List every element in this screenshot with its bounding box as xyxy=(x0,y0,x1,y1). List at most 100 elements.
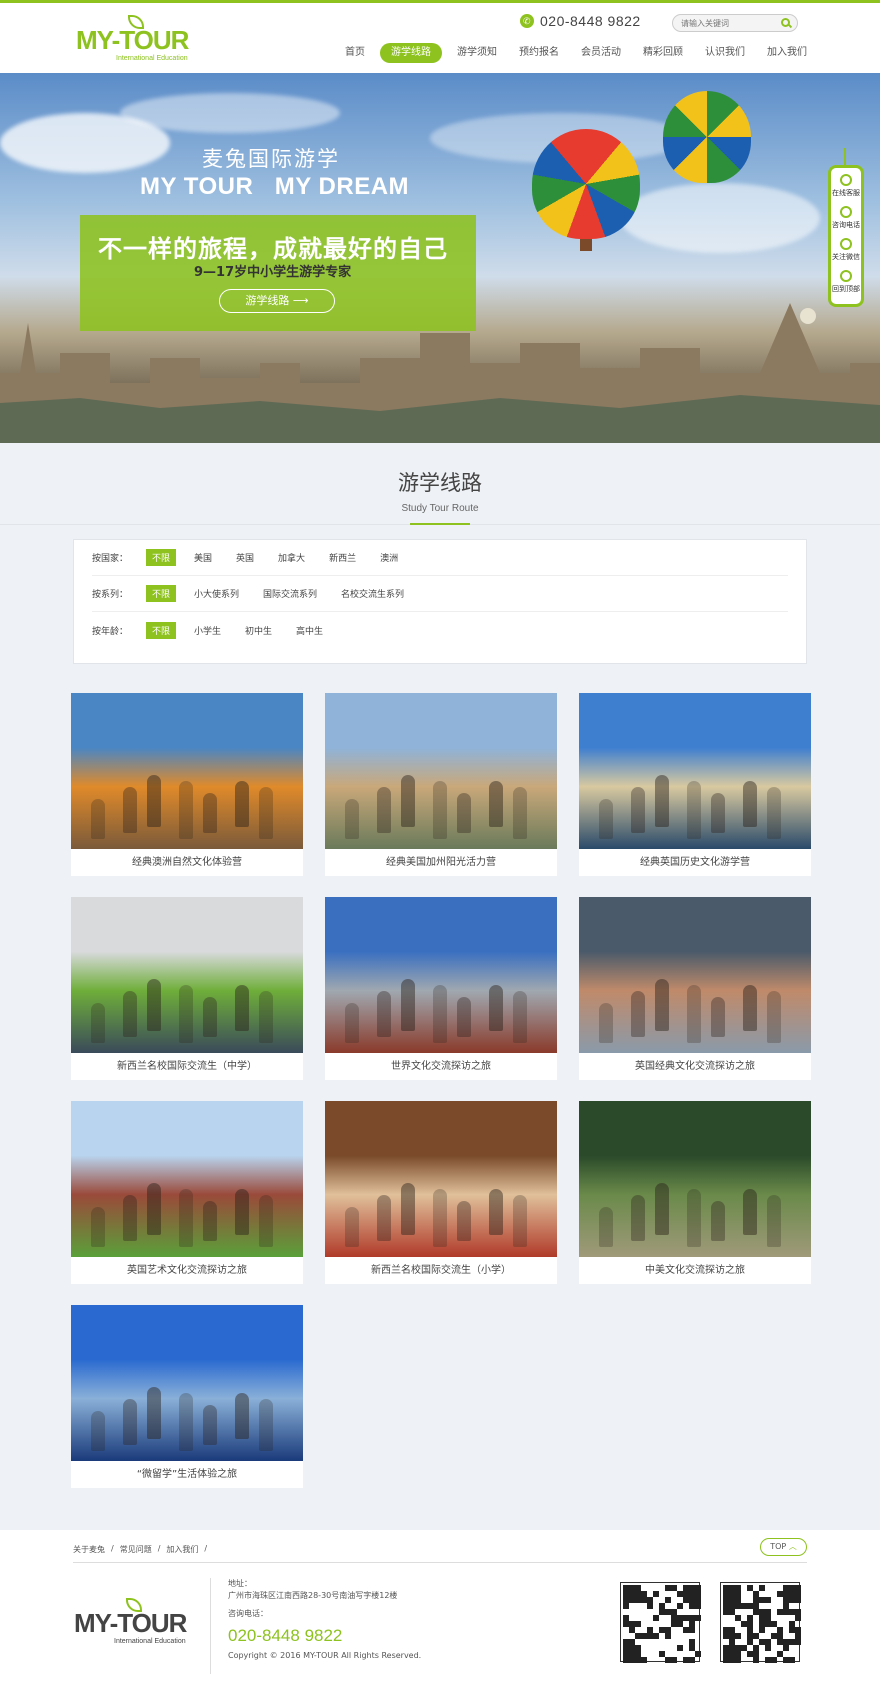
tour-card[interactable]: 英国艺术文化交流探访之旅 xyxy=(71,1101,303,1284)
qr-module xyxy=(671,1657,677,1663)
tour-title[interactable]: 经典澳洲自然文化体验营 xyxy=(71,849,303,876)
filter-option[interactable]: 加拿大 xyxy=(272,549,311,566)
tour-title[interactable]: 新西兰名校国际交流生（中学） xyxy=(71,1053,303,1080)
sidebar-item[interactable]: 在线客服 xyxy=(831,172,861,204)
photo-figure xyxy=(433,985,447,1043)
tour-title[interactable]: 经典美国加州阳光活力营 xyxy=(325,849,557,876)
tour-photo xyxy=(325,897,557,1053)
filter-option[interactable]: 国际交流系列 xyxy=(257,585,323,602)
tour-card[interactable]: 中美文化交流探访之旅 xyxy=(579,1101,811,1284)
nav-item[interactable]: 游学线路 xyxy=(380,43,442,63)
section-title: 游学线路 xyxy=(398,471,482,495)
photo-figure xyxy=(91,799,105,839)
footer-divider xyxy=(73,1562,807,1563)
filter-option[interactable]: 不限 xyxy=(146,549,177,566)
tour-title[interactable]: 中美文化交流探访之旅 xyxy=(579,1257,811,1284)
sidebar-item[interactable]: 关注微信 xyxy=(831,236,861,268)
sidebar-item[interactable]: 咨询电话 xyxy=(831,204,861,236)
nav-item[interactable]: 预约报名 xyxy=(508,43,570,63)
tour-card[interactable]: 英国经典文化交流探访之旅 xyxy=(579,897,811,1080)
photo-figure xyxy=(91,1411,105,1451)
nav-item[interactable]: 会员活动 xyxy=(570,43,632,63)
photo-figure xyxy=(599,1207,613,1247)
logo[interactable]: MY-TOUR International Education xyxy=(76,15,196,65)
footer-logo: MY-TOUR International Education xyxy=(74,1598,194,1648)
filter-option[interactable]: 名校交流生系列 xyxy=(335,585,410,602)
cloud xyxy=(120,93,340,133)
nav-item[interactable]: 首页 xyxy=(334,43,376,63)
photo-figure xyxy=(655,1183,669,1235)
nav-item[interactable]: 精彩回顾 xyxy=(632,43,694,63)
footer-phone: 020-8448 9822 xyxy=(228,1626,343,1645)
tour-card[interactable]: 新西兰名校国际交流生（中学） xyxy=(71,897,303,1080)
photo-figure xyxy=(743,985,757,1031)
filter-option[interactable]: 新西兰 xyxy=(323,549,362,566)
photo-figure xyxy=(235,1189,249,1235)
tour-title[interactable]: “微留学”生活体验之旅 xyxy=(71,1461,303,1488)
sidebar-item[interactable]: 回到顶部 xyxy=(831,268,861,300)
tour-card[interactable]: 经典英国历史文化游学营 xyxy=(579,693,811,876)
photo-figure xyxy=(687,781,701,839)
photo-figure xyxy=(123,1399,137,1445)
tour-card[interactable]: 经典澳洲自然文化体验营 xyxy=(71,693,303,876)
tour-card[interactable]: 新西兰名校国际交流生（小学） xyxy=(325,1101,557,1284)
tour-card[interactable]: 经典美国加州阳光活力营 xyxy=(325,693,557,876)
footer-link[interactable]: 加入我们 xyxy=(166,1544,198,1555)
balloon-right xyxy=(663,91,751,183)
tour-title[interactable]: 英国经典文化交流探访之旅 xyxy=(579,1053,811,1080)
footer-logo-text: MY-TOUR xyxy=(74,1608,187,1638)
cloud xyxy=(620,183,820,253)
qr-module xyxy=(753,1657,759,1663)
filter-option[interactable]: 美国 xyxy=(188,549,218,566)
filter-option[interactable]: 不限 xyxy=(146,621,177,639)
filter-option[interactable]: 小大使系列 xyxy=(188,585,245,602)
nav-item[interactable]: 认识我们 xyxy=(694,43,756,63)
photo-figure xyxy=(743,1189,757,1235)
banner-title-cn: 麦兔国际游学 xyxy=(202,147,340,171)
tour-card[interactable]: 世界文化交流探访之旅 xyxy=(325,897,557,1080)
banner-slogan: 不一样的旅程，成就最好的自己 xyxy=(98,235,448,263)
tour-card[interactable]: “微留学”生活体验之旅 xyxy=(71,1305,303,1488)
filter-option[interactable]: 初中生 xyxy=(239,622,278,639)
qr-module xyxy=(653,1591,659,1597)
footer: 关于麦兔 / 常见问题 / 加入我们 / TOP ︿ MY-TOUR Internatio… xyxy=(0,1530,880,1690)
balloon-left xyxy=(532,129,640,239)
tour-title[interactable]: 新西兰名校国际交流生（小学） xyxy=(325,1257,557,1284)
nav-item[interactable]: 加入我们 xyxy=(756,43,818,63)
sidebar-item-label: 关注微信 xyxy=(832,253,860,261)
tour-title[interactable]: 世界文化交流探访之旅 xyxy=(325,1053,557,1080)
nav-item[interactable]: 游学须知 xyxy=(446,43,508,63)
footer-link[interactable]: 关于麦兔 xyxy=(73,1544,105,1555)
photo-figure xyxy=(489,781,503,827)
filter-label: 按年龄： xyxy=(92,626,129,637)
photo-figure xyxy=(123,991,137,1037)
study-route-button[interactable]: 游学线路 ⟶ xyxy=(219,289,335,313)
photo-figure xyxy=(123,1195,137,1241)
photo-figure xyxy=(401,1183,415,1235)
photo-figure xyxy=(767,991,781,1043)
filter-option[interactable]: 澳洲 xyxy=(374,549,404,566)
footer-link[interactable]: 常见问题 xyxy=(120,1544,152,1555)
qr-module xyxy=(635,1621,641,1627)
photo-figure xyxy=(235,1393,249,1439)
top-label: TOP xyxy=(770,1542,787,1551)
tour-photo xyxy=(579,897,811,1053)
search-icon[interactable] xyxy=(781,18,790,27)
photo-figure xyxy=(179,985,193,1043)
photo-figure xyxy=(743,781,757,827)
photo-figure xyxy=(203,1201,217,1241)
sidebar-item-label: 在线客服 xyxy=(832,189,860,197)
photo-figure xyxy=(711,1201,725,1241)
filter-option[interactable]: 不限 xyxy=(146,585,177,602)
filter-option[interactable]: 高中生 xyxy=(290,622,329,639)
qr-module xyxy=(771,1657,777,1663)
filter-option[interactable]: 小学生 xyxy=(188,622,227,639)
filter-option[interactable]: 英国 xyxy=(230,549,260,566)
qr-code-icon xyxy=(720,1582,801,1663)
search-input[interactable] xyxy=(681,17,773,30)
back-to-top-button[interactable]: TOP ︿ xyxy=(760,1538,807,1556)
tour-title[interactable]: 英国艺术文化交流探访之旅 xyxy=(71,1257,303,1284)
tour-title[interactable]: 经典英国历史文化游学营 xyxy=(579,849,811,876)
qr-module xyxy=(677,1603,683,1609)
photo-figure xyxy=(91,1003,105,1043)
